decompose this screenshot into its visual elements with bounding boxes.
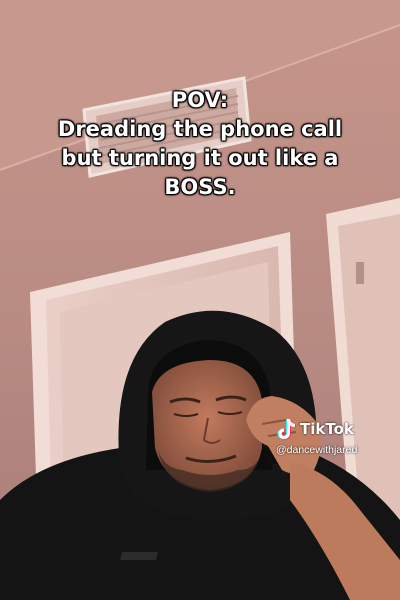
caption-line-3: but turning it out like a: [61, 146, 339, 170]
creator-handle: @dancewithjared: [276, 444, 358, 456]
caption-line-4: BOSS.: [164, 175, 236, 199]
tiktok-watermark: TikTok @dancewithjared: [276, 418, 396, 456]
tiktok-brand-name: TikTok: [300, 420, 354, 438]
caption-line-1: POV:: [171, 88, 229, 112]
tiktok-note-icon: [277, 419, 296, 440]
caption-line-2: Dreading the phone call: [57, 117, 343, 141]
caption: POV: Dreading the phone call but turning…: [20, 86, 380, 202]
shirt-logo: [120, 552, 158, 560]
